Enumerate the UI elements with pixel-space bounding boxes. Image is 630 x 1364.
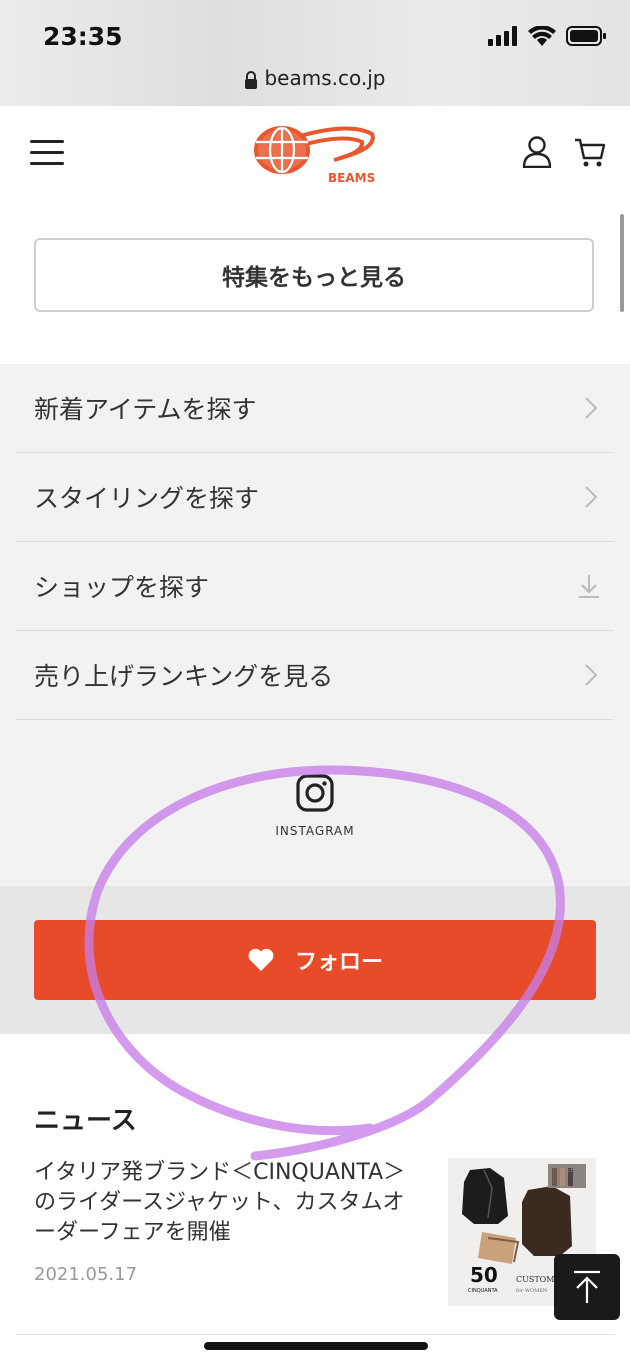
- follow-label: フォロー: [294, 950, 383, 975]
- arrow-up-icon: [574, 1270, 600, 1303]
- home-indicator: [204, 1342, 428, 1350]
- menu-list: 新着アイテムを探す スタイリングを探す ショップを探す 売り上げランキングを見る: [16, 364, 614, 720]
- menu-item-label: 新着アイテムを探す: [34, 395, 257, 424]
- beams-globe-icon: BEAMS: [254, 126, 375, 185]
- url-text: beams.co.jp: [264, 66, 386, 90]
- page-scrollbar[interactable]: [620, 214, 624, 312]
- follow-button[interactable]: フォロー: [34, 920, 596, 1000]
- download-arrow-icon: [579, 575, 599, 598]
- back-to-top-button[interactable]: [554, 1254, 620, 1320]
- lock-icon: [245, 70, 258, 89]
- menu-item-new-items[interactable]: 新着アイテムを探す: [16, 364, 614, 453]
- status-bar: 23:35 beams.co.jp: [0, 0, 630, 106]
- thumb-corner-text: EFFE: [566, 1166, 583, 1174]
- menu-icon[interactable]: [30, 140, 64, 166]
- instagram-label: INSTAGRAM: [275, 824, 355, 838]
- wifi-icon: [528, 26, 556, 46]
- battery-icon: [566, 26, 606, 46]
- logo-text: BEAMS: [328, 171, 375, 185]
- heart-icon: [248, 948, 274, 971]
- status-time: 23:35: [43, 22, 123, 51]
- menu-item-shops[interactable]: ショップを探す: [16, 542, 614, 631]
- menu-item-ranking[interactable]: 売り上げランキングを見る: [16, 631, 614, 720]
- chevron-right-icon: [585, 664, 598, 686]
- menu-item-styling[interactable]: スタイリングを探す: [16, 453, 614, 542]
- thumb-caption: CINQUANTA: [468, 1288, 498, 1294]
- instagram-link[interactable]: INSTAGRAM: [0, 774, 630, 838]
- menu-item-label: スタイリングを探す: [34, 484, 260, 513]
- instagram-icon: [296, 774, 334, 812]
- browse-menu: 新着アイテムを探す スタイリングを探す ショップを探す 売り上げランキングを見る…: [0, 364, 630, 886]
- follow-section: フォロー: [0, 886, 630, 1034]
- chevron-right-icon: [585, 486, 598, 508]
- address-bar[interactable]: beams.co.jp: [0, 66, 630, 90]
- status-icons: [488, 26, 606, 46]
- cart-icon[interactable]: [574, 136, 606, 172]
- news-headline[interactable]: イタリア発ブランド＜CINQUANTA＞のライダースジャケット、カスタムオーダー…: [34, 1158, 419, 1248]
- news-date: 2021.05.17: [34, 1264, 138, 1285]
- thumb-sub: for WOMEN: [516, 1288, 548, 1294]
- menu-item-label: 売り上げランキングを見る: [34, 662, 334, 691]
- news-divider: [16, 1334, 614, 1335]
- account-icon[interactable]: [522, 136, 552, 172]
- beams-logo[interactable]: BEAMS: [250, 122, 380, 190]
- signal-icon: [488, 26, 517, 46]
- menu-item-label: ショップを探す: [34, 573, 210, 602]
- news-heading: ニュース: [34, 1106, 137, 1136]
- chevron-right-icon: [585, 397, 598, 419]
- site-header: BEAMS: [0, 106, 630, 204]
- thumb-brand-mark: 50: [470, 1263, 498, 1287]
- see-more-features-button[interactable]: 特集をもっと見る: [34, 238, 594, 312]
